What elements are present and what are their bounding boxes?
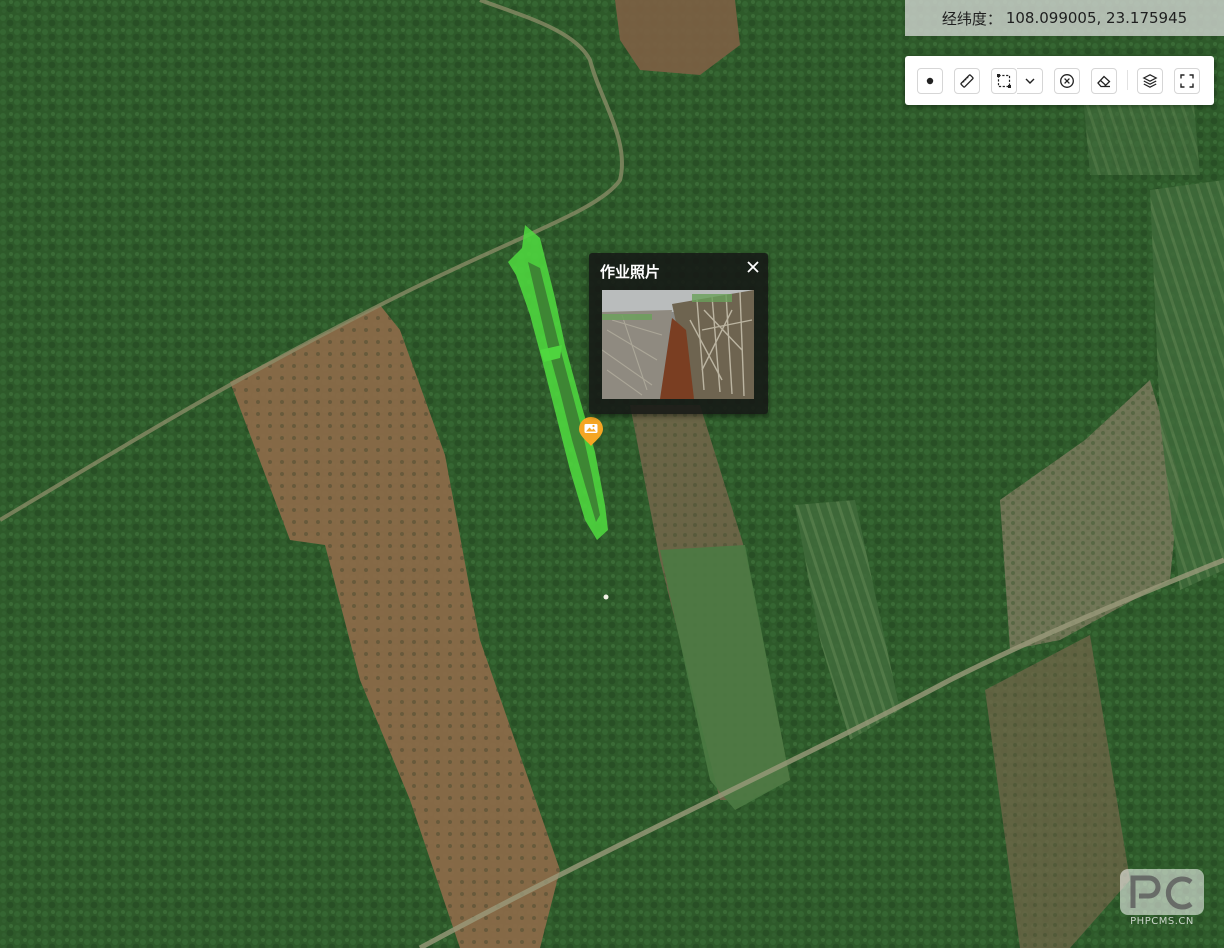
coordinate-value: 108.099005, 23.175945	[1005, 9, 1188, 27]
erase-button[interactable]	[1091, 68, 1117, 94]
coordinate-readout: 经纬度： 108.099005, 23.175945	[905, 0, 1224, 36]
point-icon	[926, 77, 934, 85]
draw-options-dropdown[interactable]	[1017, 68, 1043, 94]
photo-popup: 作业照片	[589, 253, 768, 414]
map-toolbar	[905, 56, 1214, 105]
fullscreen-icon	[1180, 74, 1194, 88]
coordinate-label: 经纬度：	[941, 9, 1002, 28]
field-work-photo[interactable]	[602, 290, 754, 399]
toolbar-divider	[1127, 70, 1128, 90]
watermark-logo: PHPCMS.CN	[1119, 868, 1205, 930]
satellite-map[interactable]	[0, 0, 1224, 948]
watermark-text: PHPCMS.CN	[1130, 916, 1194, 927]
popup-close-button[interactable]	[742, 256, 764, 278]
layers-button[interactable]	[1137, 68, 1163, 94]
close-icon	[747, 261, 759, 273]
fullscreen-button[interactable]	[1174, 68, 1200, 94]
map-point	[603, 594, 609, 600]
layers-icon	[1142, 74, 1158, 88]
clear-button[interactable]	[1054, 68, 1080, 94]
popup-title: 作业照片	[600, 263, 661, 281]
rectangle-select-icon	[997, 74, 1011, 88]
close-circle-icon	[1060, 74, 1074, 88]
measure-distance-button[interactable]	[954, 68, 980, 94]
draw-rectangle-button[interactable]	[991, 68, 1017, 94]
chevron-down-icon	[1025, 78, 1034, 84]
eraser-icon	[1097, 75, 1111, 88]
ruler-icon	[960, 74, 974, 88]
draw-point-button[interactable]	[917, 68, 943, 94]
